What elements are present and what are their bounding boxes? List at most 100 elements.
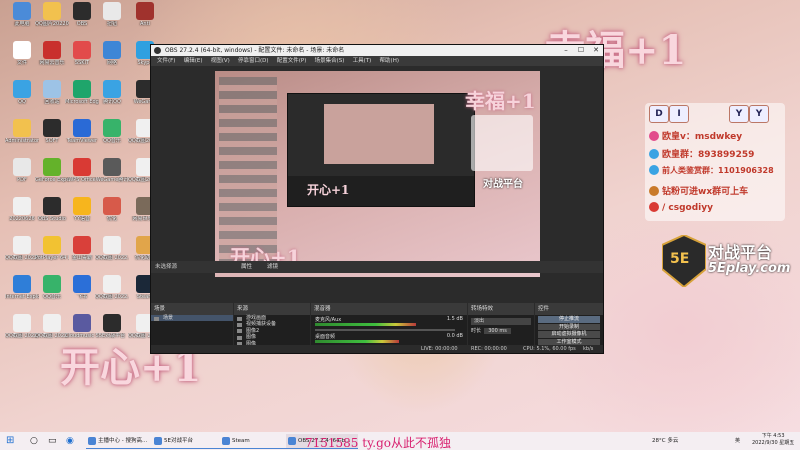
desktop-icon[interactable]: QQ截图 2022... [95,273,129,313]
info-row-social: / csgodiyy [649,202,713,213]
obs-titlebar[interactable]: OBS 27.2.4 (64-bit, windows) - 配置文件: 未命名… [151,45,603,56]
start-recording-button[interactable]: 开始录制 [538,323,600,330]
desktop-icon[interactable]: SSKIT [65,39,99,79]
desktop-icon[interactable]: QQ [5,78,39,118]
taskbar-app-5e[interactable]: 5E对战平台 [152,434,224,449]
transition-select[interactable]: 淡出 [471,318,531,325]
wechat-icon [649,131,659,141]
desktop-icon[interactable]: OBS [65,0,99,40]
desktop-icon[interactable]: 金山毒霸 [65,234,99,274]
desktop-icon-label: 飞书 [76,294,87,300]
obs-window[interactable]: OBS 27.2.4 (64-bit, windows) - 配置文件: 未命名… [150,44,604,354]
desktop-icon[interactable]: 回收站 [35,78,69,118]
desktop-icon[interactable]: QQ音乐 [35,273,69,313]
desktop-icon[interactable]: 飞书 [65,273,99,313]
desktop-icon[interactable]: Internet Explorer [5,273,39,313]
mixer-mic-meter [315,323,416,326]
properties-tab[interactable]: 属性 [241,261,252,273]
desktop-icon[interactable]: PDF [5,156,39,196]
mixer-mic-label: 麦克风/Aux [315,317,342,323]
mixer-mic-slider[interactable] [315,329,455,331]
desktop-icon[interactable]: Administrator [5,117,39,157]
close-icon[interactable]: ✕ [589,45,603,56]
edge-icon[interactable]: ◉ [66,434,78,448]
info-row-wechat: 欧皇v：msdwkey [649,129,742,142]
menu-scene-collection[interactable]: 场景集合(S) [315,56,345,66]
desktop-icon[interactable]: TeamViewer [65,117,99,157]
desktop-icon[interactable]: WPS Office [65,156,99,196]
desktop-icon[interactable]: 20220626 [5,195,39,235]
menu-view[interactable]: 视图(V) [211,56,230,66]
desktop-icon[interactable]: Microsoft Edge [65,78,99,118]
desktop-icon-label: 腾讯QQ [103,99,121,105]
desktop-icon[interactable]: 网络 [95,39,129,79]
app-icon [13,80,31,98]
info-row-vip: 钻粉可进wx群可上车 [649,184,748,197]
desktop-icon-label: QQ图片20220... [35,21,69,27]
desktop-icon[interactable]: QQ音乐 [95,117,129,157]
obs-preview[interactable]: 幸福+1 开心+1 开心+1 对战平台 [215,71,540,277]
desktop-icon[interactable]: 文件 [5,39,39,79]
desktop-icon-label: SSKIT [74,60,90,66]
desktop-icon[interactable]: 网易云音乐 [35,39,69,79]
desktop-icon-label: 5E对战平台 [98,333,126,339]
scene-item[interactable]: 场景 [151,315,233,322]
clock[interactable]: 下午 4:53 2022/9/30 星期五 [752,433,794,447]
preview-icons [219,77,277,267]
desktop-icon-label: YY语音 [73,216,91,222]
minimize-icon[interactable]: – [559,45,573,56]
desktop-icon[interactable]: QQ截图 2022... [35,312,69,352]
maximize-icon[interactable]: ☐ [574,45,588,56]
desktop-icon[interactable]: QQ截图 2022... [5,234,39,274]
menu-profile[interactable]: 配置文件(P) [277,56,307,66]
desktop-icon[interactable]: OBS Studio [35,195,69,235]
start-icon[interactable]: ⊞ [6,434,18,448]
weather[interactable]: 28°C 多云 [652,434,678,448]
desktop-icon[interactable]: 扭钮 [95,0,129,40]
desktop-icon[interactable]: YY语音 [65,195,99,235]
virtual-camera-button[interactable]: 启动虚拟摄像机 [538,331,600,338]
desktop-icon[interactable]: GeForce Experience [35,156,69,196]
app-icon [13,2,31,20]
menu-edit[interactable]: 编辑(E) [184,56,203,66]
taskbar-app-steam[interactable]: Steam [220,434,292,449]
desktop-icon[interactable]: 5E对战平台 [95,312,129,352]
app-icon [103,275,121,293]
mixer-dock: 麦克风/Aux 1.5 dB 桌面音频 0.0 dB [311,315,467,347]
desktop-icon[interactable]: QQ截图 2022... [5,312,39,352]
obs-logo-icon [154,47,161,54]
desktop-icon[interactable]: 腾讯QQ [95,78,129,118]
menu-file[interactable]: 文件(F) [157,56,175,66]
desktop-icon[interactable]: Cloudmusic Sampler [65,312,99,352]
desktop-icon[interactable]: QQ图片20220... [35,0,69,40]
desktop-icon[interactable]: Anti [128,0,162,40]
desktop-icon[interactable]: 此电脑 [5,0,39,40]
app-icon [43,119,61,137]
app-icon [13,158,31,176]
menu-tools[interactable]: 工具(T) [353,56,372,66]
desktop-icon[interactable]: WeGame腾讯 [95,156,129,196]
taskbar-app-anchor[interactable]: 主播中心 - 搜狗高... [86,434,158,449]
menu-docks[interactable]: 停靠窗口(D) [238,56,269,66]
ime-lang[interactable]: 英 [735,434,740,448]
rec-time: REC: 00:00:00 [471,346,507,352]
stop-streaming-button[interactable]: 停止推流 [538,316,600,323]
transition-duration-input[interactable]: 300 ms [484,328,511,334]
diamond-icon [649,186,659,196]
mixer-desktop-db: 0.0 dB [446,333,463,339]
task-view-icon[interactable]: ▭ [48,434,60,448]
filters-tab[interactable]: 滤镜 [267,261,278,273]
desktop-icon[interactable]: SOFT [35,117,69,157]
desktop-icon-label: Anti [140,21,150,27]
app-icon [13,314,31,332]
desktop-icon[interactable]: QQ截图 2022... [95,234,129,274]
desktop-icon-label: 20220626 [9,216,35,222]
desktop-icon[interactable]: PotPlayer 64 bit [35,234,69,274]
desktop-icon[interactable]: 优化 [95,195,129,235]
menu-help[interactable]: 帮助(H) [380,56,399,66]
desktop-icon-label: 网易云音乐 [39,60,65,66]
transition-duration-row: 时长 300 ms [471,328,531,335]
mixer-desktop-meter [315,340,399,343]
properties-bar: 未选择源 属性 滤镜 [151,261,603,273]
search-icon[interactable]: ○ [30,434,42,448]
